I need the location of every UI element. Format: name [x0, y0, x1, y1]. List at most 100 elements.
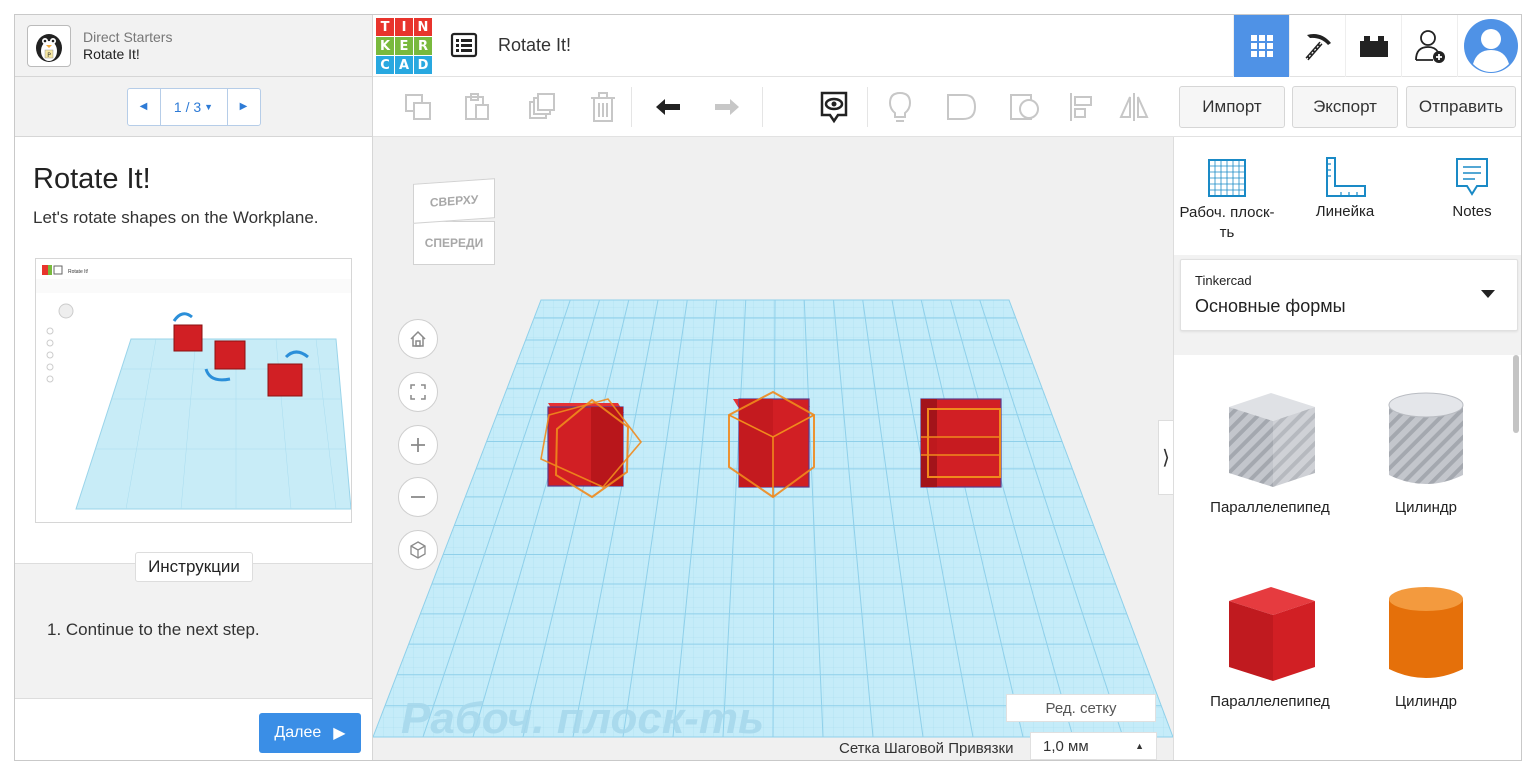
lesson-preview-image: Rotate It! [35, 258, 352, 523]
library-selected: Основные формы [1195, 296, 1346, 316]
box-hole-icon [1229, 393, 1315, 487]
step-selector[interactable]: 1 / 3 ▼ [159, 88, 228, 125]
shape-cylinder-solid-label: Цилиндр [1395, 693, 1457, 710]
lesson-category: Direct Starters [83, 29, 173, 46]
redo-icon[interactable] [709, 89, 745, 125]
light-icon[interactable] [882, 89, 918, 125]
cube-shape-2 [728, 390, 815, 499]
snap-grid-value: 1,0 мм [1043, 737, 1089, 755]
caret-up-icon: ▲ [1135, 741, 1144, 751]
notes-tool[interactable]: Notes [1417, 153, 1521, 220]
zoom-out-icon[interactable] [398, 477, 438, 517]
caret-down-icon [1481, 290, 1495, 298]
copy-icon[interactable] [400, 89, 436, 125]
lesson-description: Let's rotate shapes on the Workplane. [33, 208, 319, 227]
library-source: Tinkercad [1195, 273, 1252, 288]
logo-letter: C [376, 56, 394, 74]
logo-letter: K [376, 37, 394, 55]
shapes-scrollbar[interactable] [1513, 355, 1519, 433]
shapes-panel: Рабоч. плоск-ть Линейка Notes Tinkercad … [1173, 137, 1521, 760]
workplane-watermark: Рабоч. плоск-ть [401, 694, 764, 743]
fit-icon[interactable] [398, 372, 438, 412]
view-cube-front[interactable]: СПЕРЕДИ [413, 221, 495, 265]
notes-tool-label: Notes [1452, 203, 1492, 220]
shape-box-hole-label: Параллелепипед [1210, 499, 1330, 516]
delete-icon[interactable] [585, 89, 621, 125]
next-step-arrow-button[interactable]: ▶ [228, 89, 260, 125]
paste-icon[interactable] [459, 89, 495, 125]
3d-viewport[interactable]: Рабоч. плоск-ть СВЕРХУ СПЕРЕДИ Ред. сетк… [373, 137, 1173, 760]
shape-box-solid[interactable]: Параллелепипед [1195, 579, 1345, 710]
ruler-tool[interactable]: Линейка [1290, 153, 1400, 220]
pickaxe-icon[interactable] [1289, 15, 1345, 77]
notes-toggle-icon[interactable] [816, 89, 852, 125]
send-button[interactable]: Отправить [1406, 86, 1516, 128]
import-button[interactable]: Импорт [1179, 86, 1285, 128]
cube-shape-3 [920, 398, 1002, 488]
ruler-icon [1290, 153, 1400, 203]
cylinder-hole-icon [1388, 392, 1464, 484]
step-counter: 1 / 3 [173, 98, 202, 115]
workplane-tool-label: Рабоч. плоск-ть [1179, 204, 1275, 241]
perspective-icon[interactable] [398, 530, 438, 570]
instructions-tab[interactable]: Инструкции [135, 552, 253, 582]
next-button[interactable]: Далее ▶ [259, 713, 361, 753]
preview-title: Rotate It! [68, 269, 88, 275]
lesson-header: P Direct Starters Rotate It! [15, 15, 372, 77]
shape-cylinder-hole-label: Цилиндр [1395, 499, 1457, 516]
logo-letter: N [414, 18, 432, 36]
play-arrow-icon: ▶ [333, 725, 346, 742]
snap-grid-label: Сетка Шаговой Привязки [839, 740, 1014, 757]
hole-icon[interactable] [1007, 89, 1043, 125]
undo-icon[interactable] [650, 89, 686, 125]
export-button[interactable]: Экспорт [1292, 86, 1398, 128]
notes-icon [1417, 153, 1521, 203]
prev-step-button[interactable]: ◀ [128, 89, 160, 125]
cylinder-solid-icon [1389, 587, 1463, 678]
shape-cylinder-solid[interactable]: Цилиндр [1351, 579, 1501, 710]
logo-letter: T [376, 18, 394, 36]
next-button-label: Далее [274, 724, 322, 741]
shapes-grid: Параллелепипед Цилиндр Параллелепипед Ци… [1174, 355, 1521, 760]
tinkercad-logo[interactable]: TIN KER CAD [376, 18, 432, 74]
panel-tools: Рабоч. плоск-ть Линейка Notes [1174, 137, 1521, 255]
grid-view-icon[interactable] [1233, 15, 1289, 77]
step-pager: ◀ 1 / 3 ▼ ▶ [126, 87, 261, 126]
workplane-icon [1174, 153, 1282, 203]
shape-cylinder-hole[interactable]: Цилиндр [1351, 385, 1501, 516]
chevron-right-icon: ⟩ [1162, 447, 1170, 469]
mirror-icon[interactable] [1116, 89, 1152, 125]
lesson-panel: P Direct Starters Rotate It! ◀ 1 / 3 ▼ ▶ … [15, 15, 373, 760]
document-title[interactable]: Rotate It! [498, 35, 571, 56]
logo-letter: A [395, 56, 413, 74]
collapse-panel-button[interactable]: ⟩ [1158, 420, 1173, 495]
snap-grid-select[interactable]: 1,0 мм ▲ [1030, 732, 1157, 760]
lesson-title: Rotate It! [33, 163, 151, 195]
shape-box-solid-label: Параллелепипед [1210, 693, 1330, 710]
lesson-name: Rotate It! [83, 45, 140, 62]
add-user-icon[interactable] [1401, 15, 1457, 77]
zoom-in-icon[interactable] [398, 425, 438, 465]
shape-outline-icon[interactable] [944, 89, 980, 125]
logo-letter: E [395, 37, 413, 55]
app-header: TIN KER CAD Rotate It! [373, 15, 1521, 77]
edit-grid-button[interactable]: Ред. сетку [1006, 694, 1156, 722]
bricks-icon[interactable] [1345, 15, 1401, 77]
logo-letter: D [414, 56, 432, 74]
profile-avatar-icon[interactable] [1457, 15, 1521, 77]
logo-letter: I [395, 18, 413, 36]
duplicate-icon[interactable] [524, 89, 560, 125]
shape-box-hole[interactable]: Параллелепипед [1195, 385, 1345, 516]
view-cube-top[interactable]: СВЕРХУ [413, 178, 495, 224]
tinkercad-window: P Direct Starters Rotate It! ◀ 1 / 3 ▼ ▶ … [14, 14, 1522, 761]
shape-library-dropdown[interactable]: Tinkercad Основные формы [1180, 259, 1518, 331]
view-cube[interactable]: СВЕРХУ СПЕРЕДИ [413, 178, 495, 265]
workplane-tool[interactable]: Рабоч. плоск-ть [1174, 153, 1282, 243]
design-list-icon[interactable] [448, 29, 480, 61]
home-icon[interactable] [398, 319, 438, 359]
svg-text:P: P [47, 52, 51, 59]
align-icon[interactable] [1064, 89, 1100, 125]
logo-letter: R [414, 37, 432, 55]
ruler-tool-label: Линейка [1315, 203, 1375, 220]
box-solid-icon [1229, 587, 1315, 681]
